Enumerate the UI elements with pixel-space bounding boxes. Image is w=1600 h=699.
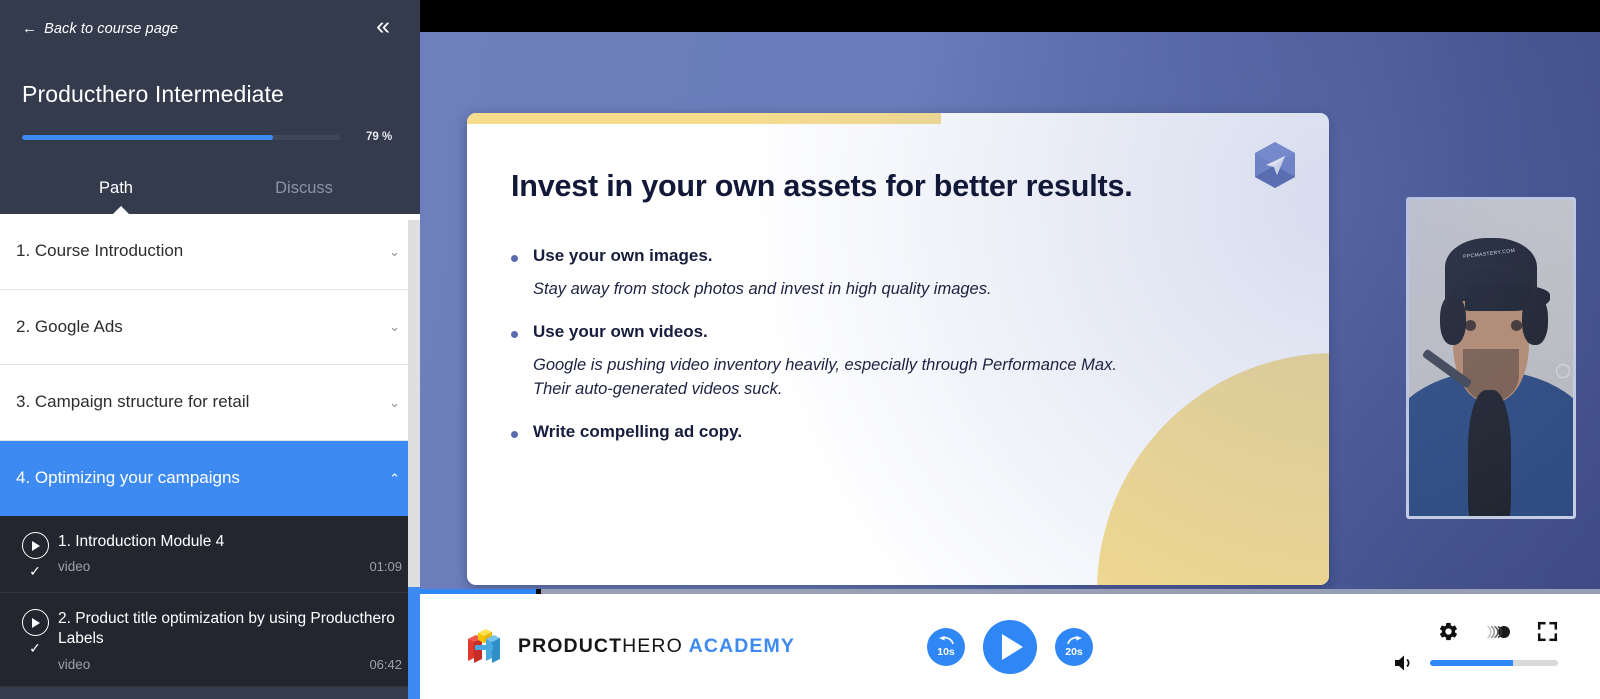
- lesson-type: video: [58, 559, 91, 575]
- gear-icon: [1439, 622, 1458, 641]
- lesson-title: 2. Product title optimization by using P…: [58, 610, 395, 648]
- lesson-body: 2. Product title optimization by using P…: [56, 609, 402, 672]
- sidebar-top-row: ← Back to course page «: [22, 14, 398, 39]
- module-label: 1. Course Introduction: [16, 241, 184, 261]
- bullet-dot-icon: [511, 330, 518, 338]
- fullscreen-icon: [1537, 621, 1558, 642]
- progress-label: 79 %: [366, 131, 393, 143]
- play-icon: [1002, 633, 1023, 660]
- sidebar-scrollbar[interactable]: [408, 220, 420, 699]
- lesson-duration: 06:42: [369, 656, 402, 672]
- lesson-meta: video 01:09: [58, 559, 402, 574]
- lesson-body: 1. Introduction Module 4 video 01:09: [56, 532, 402, 578]
- volume-icon: [1395, 655, 1410, 671]
- lesson-status: ✓: [14, 609, 56, 672]
- back-to-course-label: Back to course page: [44, 20, 179, 37]
- progress-fill: [22, 134, 274, 140]
- module-label: 3. Campaign structure for retail: [16, 392, 250, 412]
- course-title: Producthero Intermediate: [22, 81, 284, 107]
- bullet-dot-icon: [511, 430, 518, 438]
- sidebar-module-1[interactable]: 1. Course Introduction ⌄: [0, 214, 420, 290]
- headphone-cup-left: [1440, 294, 1467, 346]
- microphone: [1468, 389, 1511, 516]
- slide-heading: Invest in your own assets for better res…: [511, 169, 1133, 203]
- course-sidebar: ← Back to course page « Producthero Inte…: [0, 0, 420, 699]
- video-letterbox-top: [420, 0, 1600, 32]
- lesson-status: ✓: [14, 532, 56, 578]
- forward-label: 20s: [1065, 645, 1083, 658]
- volume-button[interactable]: [1394, 654, 1416, 672]
- player-icon-row: [1438, 621, 1558, 642]
- chevron-down-icon: ⌄: [389, 243, 400, 259]
- collapse-sidebar-icon[interactable]: «: [372, 14, 394, 39]
- left-arrow-icon: ←: [22, 20, 38, 37]
- course-progress: 79 %: [22, 131, 398, 143]
- presenter-eye-left: [1464, 320, 1477, 331]
- slide-bullet-list: Use your own images. Stay away from stoc…: [511, 246, 1269, 442]
- settings-button[interactable]: [1438, 621, 1459, 642]
- quality-button[interactable]: [1485, 624, 1511, 640]
- volume-fill: [1430, 660, 1514, 666]
- bullet-text: Use your own images.: [533, 246, 713, 266]
- play-circle-icon: [21, 532, 49, 559]
- module-label: 2. Google Ads: [16, 316, 123, 336]
- video-stage[interactable]: Invest in your own assets for better res…: [420, 32, 1600, 594]
- sidebar-tabs: Path Discuss: [22, 171, 398, 215]
- play-button[interactable]: [983, 619, 1037, 674]
- course-player-page: ← Back to course page « Producthero Inte…: [0, 0, 1600, 699]
- volume-control: [1394, 654, 1558, 672]
- bullet-text: Use your own videos.: [533, 321, 708, 341]
- slide-bullet-2: Use your own videos.: [511, 322, 1269, 342]
- rewind-arrow-icon: [938, 635, 954, 644]
- lesson-item-2[interactable]: ✓ 2. Product title optimization by using…: [0, 593, 420, 687]
- progress-track: [22, 134, 340, 140]
- module-label: 4. Optimizing your campaigns: [16, 468, 240, 488]
- chevron-down-icon: ⌄: [389, 394, 400, 410]
- bullet-subtext-2: Google is pushing video inventory heavil…: [533, 355, 1117, 398]
- player-right-controls: [1394, 594, 1558, 699]
- volume-slider[interactable]: [1430, 660, 1558, 666]
- presenter-eye-right: [1510, 320, 1523, 331]
- rewind-label: 10s: [937, 645, 955, 658]
- check-icon: ✓: [29, 640, 41, 656]
- presentation-slide: Invest in your own assets for better res…: [467, 113, 1329, 585]
- sidebar-scrollbar-thumb[interactable]: [408, 587, 420, 699]
- lesson-duration: 01:09: [369, 559, 402, 575]
- player-control-bar: PRODUCTHERO ACADEMY 10s 20s: [420, 594, 1600, 699]
- chevron-down-icon: ⌄: [389, 319, 400, 335]
- slide-content: Invest in your own assets for better res…: [467, 113, 1329, 442]
- headphone-cup-right: [1522, 294, 1549, 346]
- slide-bullet-1: Use your own images.: [511, 246, 1269, 266]
- play-circle-icon: [21, 609, 49, 636]
- slide-bullet-3: Write compelling ad copy.: [511, 422, 1269, 442]
- back-to-course-link[interactable]: ← Back to course page: [22, 21, 178, 37]
- chevron-up-icon: ⌃: [389, 470, 400, 486]
- module-list: 1. Course Introduction ⌄ 2. Google Ads ⌄…: [0, 214, 420, 687]
- sidebar-header: ← Back to course page « Producthero Inte…: [0, 0, 420, 215]
- lesson-type: video: [58, 656, 91, 672]
- video-player: Invest in your own assets for better res…: [420, 0, 1600, 699]
- forward-20s-button[interactable]: 20s: [1055, 627, 1093, 666]
- check-icon: ✓: [29, 563, 41, 579]
- sidebar-module-2[interactable]: 2. Google Ads ⌄: [0, 289, 420, 365]
- sidebar-module-3[interactable]: 3. Campaign structure for retail ⌄: [0, 365, 420, 441]
- forward-arrow-icon: [1066, 635, 1082, 644]
- lesson-item-1[interactable]: ✓ 1. Introduction Module 4 video 01:09: [0, 516, 420, 593]
- rewind-10s-button[interactable]: 10s: [927, 627, 965, 666]
- bullet-dot-icon: [511, 255, 518, 263]
- bullet-subtext-1: Stay away from stock photos and invest i…: [533, 280, 992, 299]
- bullet-text: Write compelling ad copy.: [533, 421, 743, 441]
- lesson-title: 1. Introduction Module 4: [58, 533, 225, 550]
- cast-icon: [1486, 624, 1510, 639]
- fullscreen-button[interactable]: [1537, 621, 1558, 642]
- lesson-meta: video 06:42: [58, 657, 402, 672]
- presenter-webcam-overlay: PPCMASTERY.COM: [1406, 197, 1576, 519]
- sidebar-module-4[interactable]: 4. Optimizing your campaigns ⌃: [0, 440, 420, 516]
